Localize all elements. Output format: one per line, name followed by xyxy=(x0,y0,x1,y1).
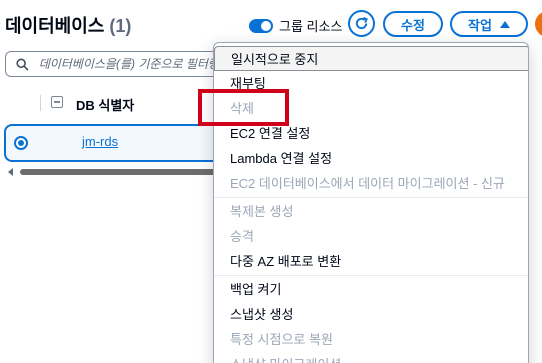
collapse-all-icon[interactable] xyxy=(51,96,63,108)
actions-button[interactable]: 작업 xyxy=(450,11,528,37)
page-title: 데이터베이스 (1) xyxy=(5,12,131,38)
edit-button-label: 수정 xyxy=(401,17,425,33)
page-title-text: 데이터베이스 xyxy=(5,16,105,36)
menu-item-promote: 승격 xyxy=(230,229,254,244)
search-input[interactable] xyxy=(38,57,234,71)
search-icon xyxy=(16,58,29,71)
menu-item-convert-multi-az[interactable]: 다중 AZ 배포로 변환 xyxy=(214,249,528,274)
toggle-label: 그룹 리소스 xyxy=(279,19,343,34)
scrollbar-thumb[interactable] xyxy=(20,169,224,175)
refresh-icon xyxy=(355,17,368,30)
search-bar[interactable] xyxy=(5,51,235,77)
create-database-button[interactable] xyxy=(535,11,542,37)
column-divider xyxy=(40,95,41,111)
column-header-db-identifier[interactable]: DB 식별자 xyxy=(76,95,134,114)
menu-item-create-replica: 복제본 생성 xyxy=(230,204,294,219)
scroll-left-icon[interactable] xyxy=(8,168,13,176)
menu-item-take-snapshot[interactable]: 스냅샷 생성 xyxy=(214,302,528,327)
menu-item-lambda-connection[interactable]: Lambda 연결 설정 xyxy=(214,146,528,171)
refresh-button[interactable] xyxy=(348,10,375,37)
group-resources-toggle[interactable]: 그룹 리소스 xyxy=(249,16,342,35)
row-radio-button[interactable] xyxy=(14,136,28,150)
menu-item-stop-temporarily[interactable]: 일시적으로 중지 xyxy=(214,46,528,71)
menu-item-migrate-snapshot: 스냅샷 마이그레이션 xyxy=(214,352,528,363)
resource-count: (1) xyxy=(109,16,132,36)
menu-divider xyxy=(214,275,528,276)
toggle-switch[interactable] xyxy=(249,18,273,33)
db-identifier-link[interactable]: jm-rds xyxy=(82,134,118,149)
actions-button-label: 작업 xyxy=(468,17,492,33)
horizontal-scrollbar[interactable] xyxy=(4,168,224,176)
menu-item-restore-point-in-time: 특정 시점으로 복원 xyxy=(230,332,333,347)
caret-up-icon xyxy=(499,20,510,28)
delete-highlight-annotation xyxy=(198,89,289,126)
edit-button[interactable]: 수정 xyxy=(383,11,443,37)
menu-divider xyxy=(214,197,528,198)
menu-item-enable-backup[interactable]: 백업 켜기 xyxy=(214,277,528,302)
menu-item-migrate-from-ec2: EC2 데이터베이스에서 데이터 마이그레이션 - 신규 xyxy=(230,176,505,191)
